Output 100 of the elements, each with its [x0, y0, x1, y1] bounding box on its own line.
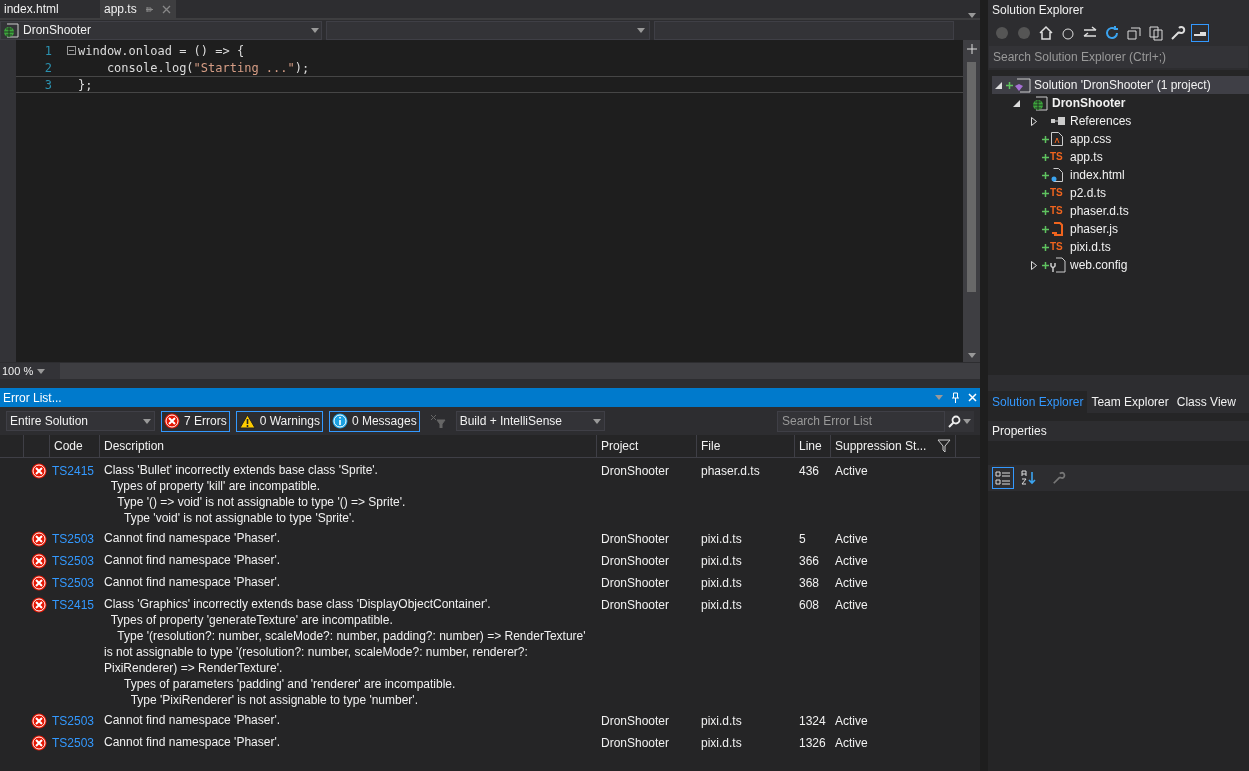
error-description: Class 'Bullet' incorrectly extends base class 'Sprite'.: [104, 462, 379, 478]
error-description: Types of property 'kill' are incompatible.: [109, 478, 321, 494]
error-description: Types of property 'generateTexture' are incompatible.: [109, 612, 394, 628]
typescript-icon: TS: [1050, 152, 1063, 162]
messages-filter-button[interactable]: 0 Messages: [328, 410, 420, 432]
error-code-link[interactable]: TS2503: [52, 532, 95, 546]
error-icon: [31, 713, 47, 729]
editor-tab[interactable]: index.html: [0, 0, 60, 18]
home-icon[interactable]: [1038, 25, 1054, 41]
column-header[interactable]: Code: [50, 435, 100, 457]
copy-icon[interactable]: [1148, 25, 1164, 41]
error-description: Cannot find namespace 'Phaser'.: [104, 530, 282, 546]
tree-item-label: Solution 'DronShooter' (1 project): [1034, 77, 1211, 94]
tree-item-label: app.ts: [1070, 149, 1103, 166]
minimize-icon[interactable]: [1192, 25, 1208, 41]
tree-item[interactable]: TS app.ts: [1028, 148, 1249, 166]
panel-title: Error List...: [3, 389, 62, 407]
error-code-link[interactable]: TS2503: [52, 714, 95, 728]
tree-item-label: phaser.d.ts: [1070, 203, 1129, 220]
error-code-link[interactable]: TS2503: [52, 736, 95, 750]
tree-item[interactable]: Solution 'DronShooter' (1 project): [992, 76, 1249, 94]
collapse-icon[interactable]: [67, 46, 76, 55]
panel-title: Properties: [992, 423, 1047, 440]
table-cell: pixi.d.ts: [701, 532, 742, 546]
tree-item[interactable]: app.css: [1028, 130, 1249, 148]
tree-item[interactable]: TS p2.d.ts: [1028, 184, 1249, 202]
error-code-link[interactable]: TS2503: [52, 554, 95, 568]
collapsed-triangle-icon[interactable]: [1031, 260, 1037, 270]
table-cell: pixi.d.ts: [701, 736, 742, 750]
refresh-icon[interactable]: [1104, 25, 1120, 41]
table-cell: 368: [799, 576, 820, 590]
line-number: 1: [43, 42, 52, 60]
caret-icon: [592, 418, 601, 424]
table-cell: Active: [835, 736, 868, 750]
error-description: Type 'void' is not assignable to type 'Sprite'.: [123, 510, 356, 526]
errors-filter-button[interactable]: 7 Errors: [161, 410, 230, 432]
table-cell: phaser.d.ts: [701, 464, 760, 478]
filter-icon[interactable]: [937, 439, 951, 453]
error-code-link[interactable]: TS2415: [52, 598, 95, 612]
tree-item[interactable]: DronShooter: [1010, 94, 1249, 112]
source-dropdown[interactable]: Build + IntelliSense: [455, 411, 605, 431]
table-cell: 436: [799, 464, 820, 478]
caret-icon: [311, 27, 319, 33]
tree-item[interactable]: TS phaser.d.ts: [1028, 202, 1249, 220]
config-file-icon: [1050, 257, 1066, 273]
tree-item[interactable]: References: [1028, 112, 1249, 130]
table-cell: pixi.d.ts: [701, 554, 742, 568]
line-number: 2: [43, 59, 52, 77]
pin-icon[interactable]: [951, 392, 960, 403]
table-cell: 366: [799, 554, 820, 568]
column-header[interactable]: Suppression St...: [831, 435, 956, 457]
scope-dropdown[interactable]: Entire Solution: [6, 411, 155, 431]
error-description: Type 'PixiRenderer' is not assignable to type 'number'.: [129, 692, 419, 708]
table-cell: pixi.d.ts: [701, 714, 742, 728]
collapsed-triangle-icon[interactable]: [1031, 116, 1037, 126]
caret-icon: [637, 27, 645, 33]
error-description: Cannot find namespace 'Phaser'.: [104, 574, 282, 590]
clear-filter-icon[interactable]: [429, 414, 446, 428]
categorized-icon[interactable]: [992, 467, 1014, 489]
tree-item[interactable]: phaser.js: [1028, 220, 1249, 238]
column-header[interactable]: Line: [795, 435, 831, 457]
error-description: Types of parameters 'padding' and 'renderer' are incompatible.: [123, 676, 457, 692]
zoom-dropdown[interactable]: 100 %: [0, 363, 60, 379]
horizontal-scrollbar[interactable]: [60, 363, 980, 379]
search-field[interactable]: Search Solution Explorer (Ctrl+;): [989, 46, 1248, 68]
error-code-link[interactable]: TS2415: [52, 464, 95, 478]
panel-tab[interactable]: Solution Explorer: [988, 391, 1088, 413]
error-description: Cannot find namespace 'Phaser'.: [104, 552, 282, 568]
editor-tab[interactable]: app.ts: [100, 0, 176, 18]
table-cell: DronShooter: [601, 714, 670, 728]
stylesheet-file-icon: [1050, 131, 1064, 147]
error-icon: [164, 413, 180, 429]
error-icon: [31, 553, 47, 569]
warnings-filter-button[interactable]: 0 Warnings: [235, 410, 323, 432]
scrollbar-thumb[interactable]: [967, 62, 976, 292]
tree-item[interactable]: web.config: [1028, 256, 1249, 274]
column-header[interactable]: File: [697, 435, 795, 457]
expanded-triangle-icon[interactable]: [1012, 99, 1020, 107]
search-button[interactable]: [945, 410, 974, 432]
code-line: window.onload = () => {: [78, 42, 245, 60]
error-icon: [31, 597, 47, 613]
column-header[interactable]: Description: [100, 435, 597, 457]
split-icon[interactable]: [966, 44, 977, 54]
error-description: Class 'Graphics' incorrectly extends base class 'DisplayObjectContainer'.: [104, 596, 492, 612]
sort-alphabetical-icon[interactable]: [1020, 469, 1038, 487]
table-cell: Active: [835, 532, 868, 546]
error-description: Cannot find namespace 'Phaser'.: [104, 712, 282, 728]
expanded-triangle-icon[interactable]: [994, 81, 1002, 89]
tree-item[interactable]: index.html: [1028, 166, 1249, 184]
error-code-link[interactable]: TS2503: [52, 576, 95, 590]
pin-icon[interactable]: [144, 4, 154, 14]
search-field[interactable]: Search Error List: [777, 410, 945, 432]
project-dropdown[interactable]: DronShooter: [0, 20, 322, 40]
close-icon[interactable]: [161, 4, 171, 14]
caret-icon: [963, 418, 971, 424]
table-cell: DronShooter: [601, 736, 670, 750]
column-header[interactable]: Project: [597, 435, 697, 457]
table-cell: 5: [799, 532, 806, 546]
collapse-all-icon[interactable]: [1126, 25, 1142, 41]
tree-item[interactable]: TS pixi.d.ts: [1028, 238, 1249, 256]
